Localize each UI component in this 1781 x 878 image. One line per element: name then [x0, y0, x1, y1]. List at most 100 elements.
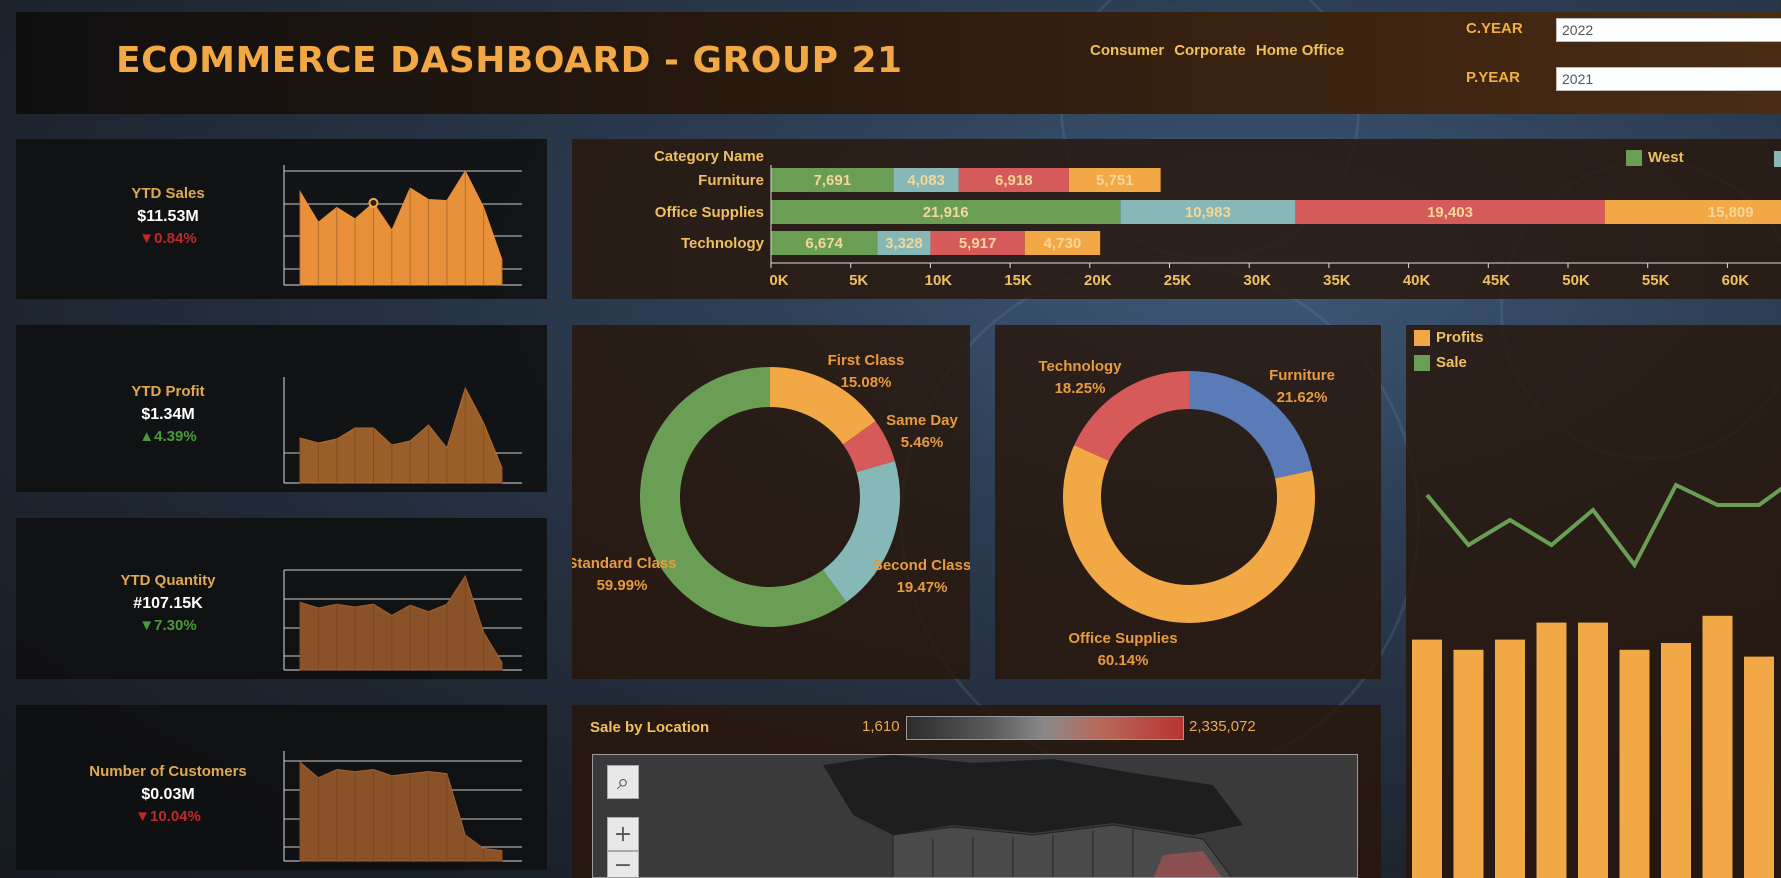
slice-pct: 19.47%	[897, 579, 948, 596]
highlight-point	[368, 197, 379, 208]
legend-swatch	[1774, 151, 1781, 167]
slice-label: Office Supplies	[1068, 630, 1177, 647]
kpi-delta: ▼0.84%	[139, 230, 197, 247]
map-color-legend	[906, 716, 1184, 740]
kpi-text-block: Number of Customers $0.03M ▼10.04%	[68, 763, 268, 825]
area-series	[299, 574, 503, 671]
profit-sale-panel: Profits Sale	[1406, 325, 1781, 878]
customers-sparkline[interactable]	[282, 735, 542, 865]
profit-sparkline[interactable]	[282, 357, 542, 487]
kpi-card-sales: YTD Sales $11.53M ▼0.84%	[16, 139, 547, 299]
kpi-value: $0.03M	[141, 786, 195, 803]
map-title: Sale by Location	[590, 719, 710, 736]
donut-slice	[1189, 371, 1313, 479]
bar-value-label: 19,403	[1427, 204, 1473, 221]
dashboard-header: ECOMMERCE DASHBOARD - GROUP 21 Consumer …	[16, 12, 1781, 114]
slice-pct: 5.46%	[901, 434, 944, 451]
slice-pct: 21.62%	[1277, 389, 1328, 406]
x-tick-label: 20K	[1084, 272, 1112, 289]
segment-home-office[interactable]: Home Office	[1256, 42, 1344, 59]
profit-bar	[1578, 622, 1608, 878]
profit-bar	[1744, 656, 1774, 878]
slice-pct: 15.08%	[841, 374, 892, 391]
kpi-text-block: YTD Profit $1.34M ▲4.39%	[68, 383, 268, 445]
sales-sparkline[interactable]	[282, 149, 542, 289]
kpi-card-profit: YTD Profit $1.34M ▲4.39%	[16, 325, 547, 492]
x-tick-label: 0K	[769, 272, 788, 289]
segment-consumer[interactable]: Consumer	[1090, 42, 1164, 59]
current-year-input[interactable]	[1556, 18, 1781, 42]
map-legend-min: 1,610	[862, 718, 900, 735]
ship-mode-panel: First Class 15.08% Same Day 5.46% Second Cla…	[572, 325, 970, 679]
x-tick-label: 5K	[849, 272, 868, 289]
map-zoom-out-button[interactable]: −	[607, 851, 639, 877]
bar-value-label: 10,983	[1185, 204, 1231, 221]
kpi-delta: ▼7.30%	[139, 617, 197, 634]
x-tick-label: 45K	[1483, 272, 1511, 289]
x-tick-label: 15K	[1004, 272, 1032, 289]
current-year-label: C.YEAR	[1466, 20, 1523, 37]
category-share-donut[interactable]: Furniture 21.62% Office Supplies 60.14% Tech…	[995, 325, 1381, 679]
category-header: Category Name	[654, 148, 764, 165]
category-region-chart[interactable]: Category Name Furniture 7,691 4,083 6,918 5,7…	[572, 139, 1781, 299]
segment-corporate[interactable]: Corporate	[1174, 42, 1246, 59]
profit-bar	[1702, 615, 1733, 878]
map-zoom-in-button[interactable]: +	[607, 817, 639, 851]
profit-sale-chart[interactable]	[1406, 325, 1781, 878]
x-tick-label: 60K	[1722, 272, 1750, 289]
x-tick-label: 25K	[1164, 272, 1192, 289]
x-tick-label: 35K	[1323, 272, 1351, 289]
x-tick-label: 40K	[1403, 272, 1431, 289]
category-share-panel: Furniture 21.62% Office Supplies 60.14% Tech…	[995, 325, 1381, 679]
area-series	[299, 169, 503, 286]
segment-filter: Consumer Corporate Home Office	[1090, 42, 1344, 59]
bar-value-label: 6,918	[995, 172, 1033, 189]
profit-bar	[1495, 639, 1525, 878]
slice-label: Same Day	[886, 412, 958, 429]
kpi-card-quantity: YTD Quantity #107.15K ▼7.30%	[16, 518, 547, 679]
legend-label: West	[1648, 149, 1684, 166]
map-search-button[interactable]: ⌕	[607, 765, 639, 799]
kpi-label: YTD Sales	[131, 185, 205, 202]
sale-map[interactable]: ⌕ + −	[592, 754, 1358, 878]
slice-pct: 59.99%	[597, 577, 648, 594]
previous-year-label: P.YEAR	[1466, 69, 1520, 86]
slice-label: Second Class	[873, 557, 970, 574]
map-legend-max: 2,335,072	[1189, 718, 1256, 735]
category-region-panel: Category Name Furniture 7,691 4,083 6,918 5,7…	[572, 139, 1781, 299]
kpi-text-block: YTD Quantity #107.15K ▼7.30%	[68, 572, 268, 634]
x-tick-label: 50K	[1562, 272, 1590, 289]
category-label: Office Supplies	[655, 204, 764, 221]
slice-label: Technology	[1038, 358, 1122, 375]
kpi-label: Number of Customers	[89, 763, 247, 780]
kpi-value: $11.53M	[137, 208, 199, 225]
kpi-delta: ▼10.04%	[135, 808, 201, 825]
bar-value-label: 3,328	[885, 235, 923, 252]
x-tick-label: 55K	[1642, 272, 1670, 289]
bar-value-label: 4,730	[1044, 235, 1082, 252]
category-label: Furniture	[698, 172, 764, 189]
ship-mode-donut[interactable]: First Class 15.08% Same Day 5.46% Second Cla…	[572, 325, 970, 679]
previous-year-input[interactable]	[1556, 67, 1781, 91]
area-series	[299, 761, 503, 862]
legend-swatch	[1626, 149, 1642, 166]
quantity-sparkline[interactable]	[282, 544, 542, 674]
slice-pct: 60.14%	[1098, 652, 1149, 669]
donut-slice	[822, 461, 900, 603]
bar-value-label: 4,083	[907, 172, 945, 189]
bar-value-label: 6,674	[805, 235, 843, 252]
kpi-card-customers: Number of Customers $0.03M ▼10.04%	[16, 705, 547, 870]
profit-bar	[1412, 639, 1442, 878]
bar-value-label: 5,751	[1096, 172, 1134, 189]
legend-west[interactable]: West	[1626, 149, 1684, 166]
profit-bar	[1661, 643, 1691, 878]
area-series	[299, 386, 503, 484]
slice-label: First Class	[828, 352, 905, 369]
x-tick-label: 30K	[1243, 272, 1271, 289]
bar-value-label: 5,917	[959, 235, 997, 252]
profit-bar	[1619, 649, 1650, 878]
slice-label: Furniture	[1269, 367, 1335, 384]
x-tick-label: 10K	[925, 272, 953, 289]
map-shapes	[823, 755, 1243, 877]
kpi-label: YTD Profit	[131, 383, 205, 400]
